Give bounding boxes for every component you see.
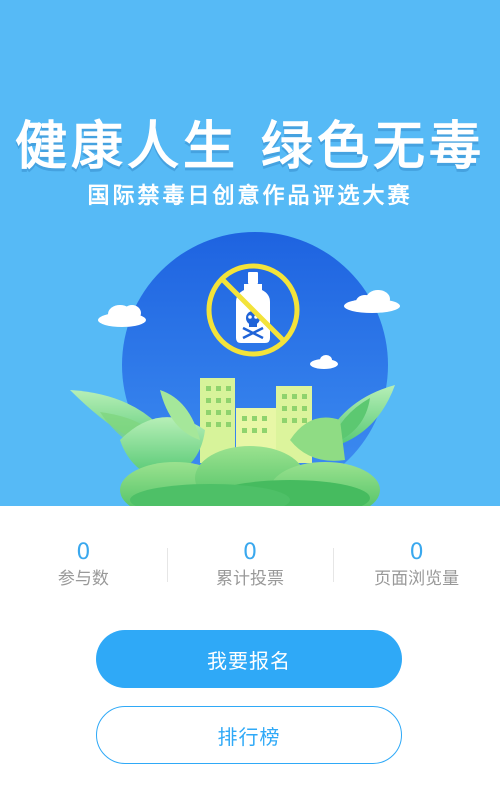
stat-value: 0 — [76, 540, 91, 565]
banner: 健康人生 绿色无毒 国际禁毒日创意作品评选大赛 — [0, 0, 500, 506]
register-button[interactable]: 我要报名 — [96, 630, 402, 688]
stat-value: 0 — [409, 540, 424, 565]
stat-label: 页面浏览量 — [374, 569, 460, 589]
stat-label: 累计投票 — [216, 569, 284, 589]
stats-bar: 0 参与数 0 累计投票 0 页面浏览量 — [0, 540, 500, 600]
stat-label: 参与数 — [57, 569, 109, 589]
stat-value: 0 — [243, 540, 257, 565]
stat-participants: 0 参与数 — [0, 540, 167, 600]
stat-votes: 0 累计投票 — [166, 540, 334, 600]
banner-illustration — [70, 232, 400, 506]
ranking-button[interactable]: 排行榜 — [96, 706, 402, 764]
cloud-left-icon — [98, 305, 146, 327]
stat-page-views: 0 页面浏览量 — [333, 540, 500, 600]
